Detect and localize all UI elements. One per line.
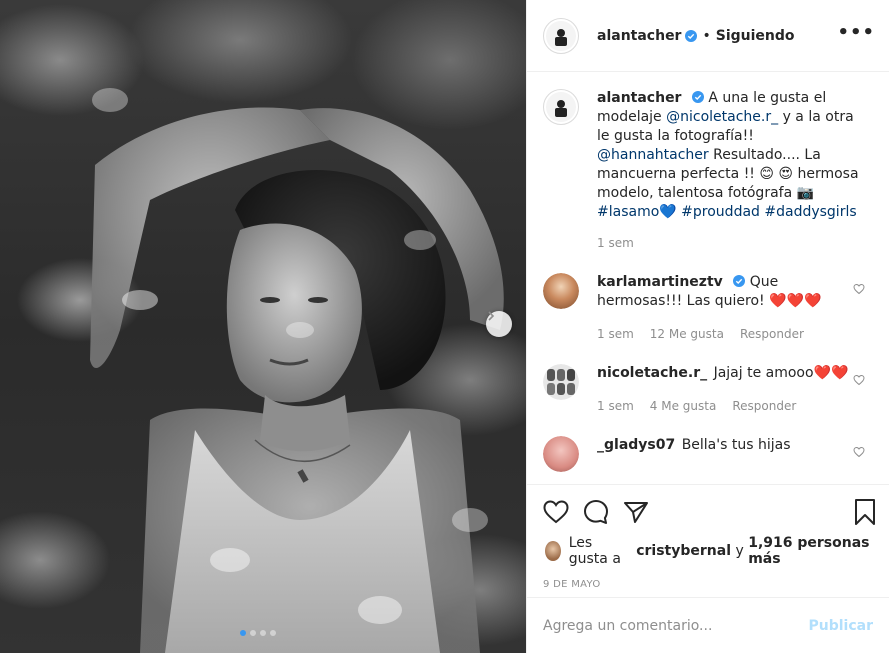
comment-timestamp[interactable]: 1 sem: [597, 397, 634, 416]
likes-prefix: Les gusta a: [568, 535, 621, 567]
avatar[interactable]: [543, 436, 579, 472]
mention-link[interactable]: @hannahtacher: [597, 147, 709, 163]
likes-user[interactable]: cristybernal: [636, 543, 731, 559]
post-header: alantacher • Siguiendo •••: [527, 0, 889, 72]
caption-username[interactable]: alantacher: [597, 90, 681, 106]
following-button[interactable]: Siguiendo: [716, 28, 795, 44]
carousel-dot: [250, 630, 256, 636]
hashtag-link[interactable]: #lasamo: [597, 204, 659, 220]
comment-text: Jajaj te amooo❤️❤️: [713, 365, 849, 381]
hashtag-link[interactable]: #daddysgirls: [764, 204, 856, 220]
like-comment-heart-icon[interactable]: [853, 446, 865, 458]
hashtag-link[interactable]: #prouddad: [681, 204, 760, 220]
likes-conj: y: [735, 543, 744, 559]
comment-timestamp[interactable]: 1 sem: [597, 325, 634, 344]
caption-timestamp[interactable]: 1 sem: [597, 234, 634, 253]
comment-row: nicoletache.r_ Jajaj te amooo❤️❤️ 1 sem …: [543, 364, 873, 416]
comment-username[interactable]: _gladys07: [597, 437, 675, 453]
avatar[interactable]: [543, 273, 579, 309]
bookmark-icon[interactable]: [853, 498, 877, 530]
like-heart-icon[interactable]: [543, 500, 569, 524]
carousel-dot: [270, 630, 276, 636]
post-actions: Les gusta a cristybernal y 1,916 persona…: [527, 484, 889, 596]
photo-illustration: [90, 88, 504, 653]
comment-username[interactable]: karlamartineztv: [597, 274, 723, 290]
post-username[interactable]: alantacher: [597, 28, 681, 44]
separator: •: [702, 27, 711, 44]
likes-summary: Les gusta a cristybernal y 1,916 persona…: [543, 535, 873, 567]
comment-bubble-icon[interactable]: [583, 499, 609, 525]
carousel-indicator: [240, 630, 276, 636]
blue-heart-emoji: 💙: [659, 204, 677, 220]
comment-row: _gladys07 Bella's tus hijas: [543, 436, 873, 472]
carousel-next-button[interactable]: [486, 311, 512, 337]
likes-count[interactable]: 1,916 personas más: [748, 535, 873, 567]
share-paper-plane-icon[interactable]: [623, 500, 649, 524]
avatar[interactable]: [543, 17, 579, 54]
mention-link[interactable]: @nicoletache.r_: [666, 109, 778, 125]
reply-button[interactable]: Responder: [740, 325, 804, 344]
comments-list: alantacher A una le gusta el modelaje @n…: [527, 73, 889, 484]
avatar[interactable]: [543, 89, 579, 125]
add-comment-bar: Publicar: [527, 597, 889, 653]
like-comment-heart-icon[interactable]: [853, 283, 865, 295]
caption: alantacher A una le gusta el modelaje @n…: [543, 89, 873, 253]
more-options-button[interactable]: •••: [837, 22, 875, 43]
comment-text: Bella's tus hijas: [681, 437, 791, 453]
reply-button[interactable]: Responder: [732, 397, 796, 416]
avatar[interactable]: [545, 541, 561, 561]
verified-badge-icon: [733, 275, 746, 287]
comment-input[interactable]: [543, 617, 801, 634]
verified-badge-icon: [685, 29, 698, 42]
comment-likes[interactable]: 4 Me gusta: [650, 397, 717, 416]
carousel-dot: [240, 630, 246, 636]
post-sidebar: alantacher • Siguiendo ••• alantacher A …: [526, 0, 889, 653]
publish-button[interactable]: Publicar: [809, 618, 874, 634]
carousel-dot: [260, 630, 266, 636]
post-date[interactable]: 9 DE MAYO: [543, 579, 873, 590]
comment-likes[interactable]: 12 Me gusta: [650, 325, 724, 344]
post-photo[interactable]: [0, 0, 526, 653]
like-comment-heart-icon[interactable]: [853, 374, 865, 386]
verified-badge-icon: [691, 91, 704, 103]
avatar[interactable]: [543, 364, 579, 400]
comment-row: karlamartineztv Que hermosas!!! Las quie…: [543, 273, 873, 344]
comment-username[interactable]: nicoletache.r_: [597, 365, 707, 381]
